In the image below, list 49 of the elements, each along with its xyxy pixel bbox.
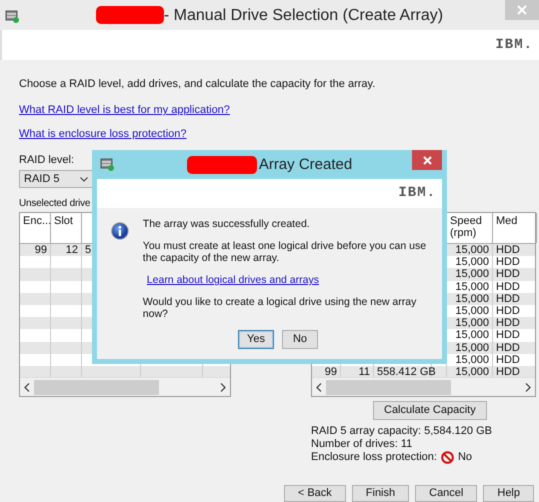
scrollbar-thumb[interactable] [326,380,451,394]
close-button[interactable] [412,150,442,170]
prohibited-icon [440,451,454,464]
column-header[interactable]: Med [493,213,537,243]
help-link[interactable]: What RAID level is best for my application? [19,104,230,117]
table-cell: 12 [51,244,82,256]
field-label: RAID level: [19,154,74,167]
scroll-left-icon[interactable] [24,382,30,392]
table-cell: HDD [493,342,535,354]
app-icon [5,9,19,23]
wizard-button[interactable]: < Back [284,485,346,502]
instruction-text: Choose a RAID level, add drives, and calculate the capacity for the array. [19,78,376,91]
calculate-capacity-button[interactable]: Calculate Capacity [373,401,487,420]
message-text: The array was successfully created. [142,218,311,230]
question-text: Would you like to create a logical drive using the new array now? [142,296,418,320]
help-link[interactable]: What is enclosure loss protection? [19,128,187,141]
logo: IBM. [495,38,533,52]
raid-level-dropdown[interactable]: RAID 5 [19,170,93,188]
message-text: You must create at least one logical drive before you can use the capacity of the new array. [142,240,428,264]
logo: IBM. [398,187,436,200]
table-cell: 99 [20,244,51,256]
protection-value: No [458,451,472,464]
close-icon[interactable] [422,156,432,164]
table-cell: HDD [493,268,535,281]
wizard-button[interactable]: Finish [352,485,410,502]
scroll-right-icon[interactable] [525,382,531,392]
table-cell: HDD [493,244,535,256]
column-header[interactable]: Enc... [20,213,51,243]
wizard-button[interactable]: Cancel [415,485,478,502]
protection-label: Enclosure loss protection: [311,451,437,464]
scroll-left-icon[interactable] [316,382,322,392]
dialog-button[interactable]: Yes [238,330,274,349]
redaction-block [186,156,257,174]
help-link[interactable]: Learn about logical drives and arrays [146,274,319,286]
column-header[interactable]: Slot [51,213,82,243]
app-icon [100,157,114,171]
table-cell: HDD [493,317,535,330]
scrollbar-thumb[interactable] [34,380,159,394]
scroll-right-icon[interactable] [220,382,226,392]
redaction-block [96,6,164,24]
dialog-title: Array Created [258,158,352,171]
caret-icon[interactable] [80,176,88,182]
capacity-text: RAID 5 array capacity: 5,584.120 GB [311,425,492,438]
section-label: Unselected drive [19,197,90,210]
wizard-button[interactable]: Help [483,485,534,502]
table-cell: HDD [493,292,535,305]
dialog-button[interactable]: No [282,330,318,349]
window-title: - Manual Drive Selection (Create Array) [164,8,444,22]
drive-count-text: Number of drives: 11 [311,438,412,451]
